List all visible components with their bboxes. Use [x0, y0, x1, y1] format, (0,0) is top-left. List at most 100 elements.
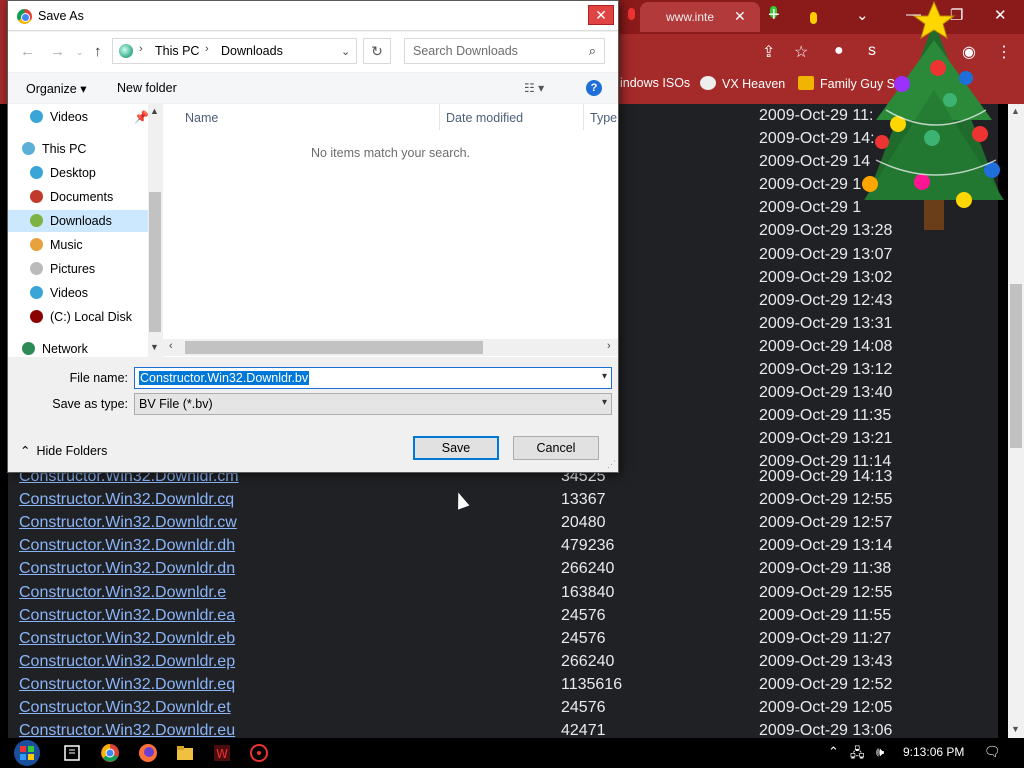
save-type-select[interactable]: BV File (*.bv) ▾	[134, 393, 612, 415]
chrome-icon	[17, 9, 32, 24]
column-date-modified[interactable]: Date modified	[446, 111, 523, 125]
column-divider[interactable]	[583, 104, 584, 130]
cancel-button[interactable]: Cancel	[513, 436, 599, 460]
column-name[interactable]: Name	[185, 111, 218, 125]
h-scroll-thumb[interactable]	[185, 341, 483, 354]
tray-chevron-up-icon[interactable]: ⌃	[828, 744, 839, 760]
taskbar-clock[interactable]: 9:13:06 PM	[903, 745, 964, 759]
scroll-thumb[interactable]	[1010, 284, 1022, 448]
file-link[interactable]: Constructor.Win32.Downldr.e	[19, 581, 226, 604]
file-explorer-icon[interactable]	[175, 743, 195, 763]
extension-icon[interactable]: ●	[834, 42, 844, 60]
firefox-icon[interactable]	[138, 743, 158, 763]
file-link[interactable]: Constructor.Win32.Downldr.ea	[19, 604, 235, 627]
up-arrow-icon[interactable]: ↑	[94, 43, 102, 60]
resize-grip-icon[interactable]: ⋰	[607, 459, 616, 470]
dialog-titlebar[interactable]: Save As ✕	[8, 1, 618, 31]
bookmark-windows-isos[interactable]: indows ISOs	[620, 76, 690, 90]
save-as-dialog: Save As ✕ ← → ⌄ ↑ › This PC › Downloads …	[7, 0, 619, 473]
volume-icon[interactable]: 🕪	[876, 744, 884, 760]
nav-scrollbar[interactable]: ▲ ▼	[148, 104, 162, 357]
chevron-down-icon[interactable]: ▾	[602, 371, 607, 382]
dialog-close-button[interactable]: ✕	[588, 5, 614, 25]
scroll-down-icon[interactable]: ▼	[1011, 724, 1020, 734]
nav-item-this-pc[interactable]: This PC	[8, 138, 148, 160]
organize-button[interactable]: Organize ▾	[26, 81, 86, 96]
network-icon[interactable]: 🖧	[850, 744, 865, 766]
file-link[interactable]: Constructor.Win32.Downldr.ep	[19, 650, 235, 673]
column-divider[interactable]	[439, 104, 440, 130]
empty-message: No items match your search.	[310, 146, 471, 160]
horizontal-scrollbar[interactable]: ‹ ›	[163, 339, 618, 356]
scroll-right-icon[interactable]: ›	[607, 340, 611, 352]
breadcrumb-downloads[interactable]: Downloads	[221, 44, 283, 58]
chrome-taskbar-icon[interactable]	[100, 743, 120, 763]
file-size: 1135616	[561, 675, 623, 693]
breadcrumb-this-pc[interactable]: This PC	[155, 44, 199, 58]
bookmark-star-icon[interactable]: ☆	[794, 42, 808, 62]
table-row: Constructor.Win32.Downldr.eq 1135616 2009-…	[19, 673, 919, 696]
column-type[interactable]: Type	[590, 111, 617, 125]
hide-folders-button[interactable]: ⌃ Hide Folders	[20, 443, 107, 458]
share-icon[interactable]: ⇪	[762, 42, 775, 62]
help-icon[interactable]: ?	[586, 80, 602, 96]
file-date: 2009-Oct-29 12:52	[759, 675, 893, 693]
refresh-button[interactable]: ↻	[363, 38, 391, 64]
file-date: 2009-Oct-29 13:21	[759, 430, 893, 448]
tab-close-icon[interactable]: ✕	[734, 8, 746, 25]
nav-item-music[interactable]: Music	[8, 234, 148, 256]
address-dropdown-icon[interactable]: ⌄	[341, 45, 350, 58]
file-link[interactable]: Constructor.Win32.Downldr.dn	[19, 557, 235, 580]
back-arrow-icon[interactable]: ←	[20, 43, 35, 60]
bookmark-vx-heaven[interactable]: VX Heaven	[700, 76, 785, 91]
nav-item-local-disk[interactable]: (C:) Local Disk	[8, 306, 148, 328]
file-link[interactable]: Constructor.Win32.Downldr.eb	[19, 627, 235, 650]
nav-item-videos[interactable]: Videos	[8, 106, 148, 128]
nav-scroll-down-icon[interactable]: ▼	[150, 342, 159, 352]
tab-title: www.inte	[666, 10, 715, 24]
nav-item-pictures[interactable]: Pictures	[8, 258, 148, 280]
nav-item-network[interactable]: Network	[8, 338, 148, 357]
breadcrumb-separator: ›	[139, 43, 143, 55]
file-link[interactable]: Constructor.Win32.Downldr.cq	[19, 488, 234, 511]
nav-item-downloads[interactable]: Downloads	[8, 210, 148, 232]
nav-item-desktop[interactable]: Desktop	[8, 162, 148, 184]
table-row: Constructor.Win32.Downldr.eu 42471 2009-Oc…	[19, 719, 919, 738]
pin-icon[interactable]: 📌	[134, 110, 149, 124]
nav-item-videos[interactable]: Videos	[8, 282, 148, 304]
new-folder-button[interactable]: New folder	[117, 81, 177, 95]
file-date: 2009-Oct-29 12:43	[759, 291, 893, 309]
start-icon[interactable]	[10, 738, 44, 768]
refresh-icon: ↻	[371, 43, 383, 59]
file-size: 266240	[561, 560, 615, 578]
forward-arrow-icon[interactable]: →	[50, 43, 65, 60]
file-date: 2009-Oct-29 12:55	[759, 583, 893, 601]
file-link[interactable]: Constructor.Win32.Downldr.et	[19, 696, 231, 719]
file-name-field[interactable]: Constructor.Win32.Downldr.bv ▾	[134, 367, 612, 389]
nav-item-label: This PC	[42, 142, 87, 156]
new-tab-icon[interactable]: +	[768, 4, 780, 27]
table-row: Constructor.Win32.Downldr.et 24576 2009-Oc…	[19, 696, 919, 719]
nav-scroll-up-icon[interactable]: ▲	[150, 106, 159, 116]
file-link[interactable]: Constructor.Win32.Downldr.dh	[19, 534, 235, 557]
search-input[interactable]: Search Downloads ⌕	[404, 38, 605, 64]
nav-item-documents[interactable]: Documents	[8, 186, 148, 208]
file-link[interactable]: Constructor.Win32.Downldr.eq	[19, 673, 235, 696]
task-view-icon[interactable]	[62, 743, 82, 763]
file-link[interactable]: Constructor.Win32.Downldr.cw	[19, 511, 237, 534]
address-bar[interactable]: › This PC › Downloads ⌄	[112, 38, 357, 64]
notification-icon[interactable]: 🗨	[984, 744, 1001, 760]
videos-icon	[30, 286, 43, 299]
scroll-left-icon[interactable]: ‹	[169, 340, 173, 352]
file-link[interactable]: Constructor.Win32.Downldr.eu	[19, 719, 235, 738]
search-placeholder: Search Downloads	[413, 44, 518, 58]
save-button[interactable]: Save	[413, 436, 499, 460]
file-name-label: File name:	[69, 371, 128, 385]
nav-scroll-thumb[interactable]	[149, 192, 161, 332]
file-date: 2009-Oct-29 12:55	[759, 491, 893, 509]
file-date: 2009-Oct-29 13:12	[759, 361, 893, 379]
biohazard-icon[interactable]	[249, 743, 269, 763]
recent-dropdown-icon[interactable]: ⌄	[76, 47, 84, 58]
view-options-icon[interactable]: ☷ ▾	[524, 81, 544, 95]
app-icon[interactable]: W	[212, 743, 232, 763]
